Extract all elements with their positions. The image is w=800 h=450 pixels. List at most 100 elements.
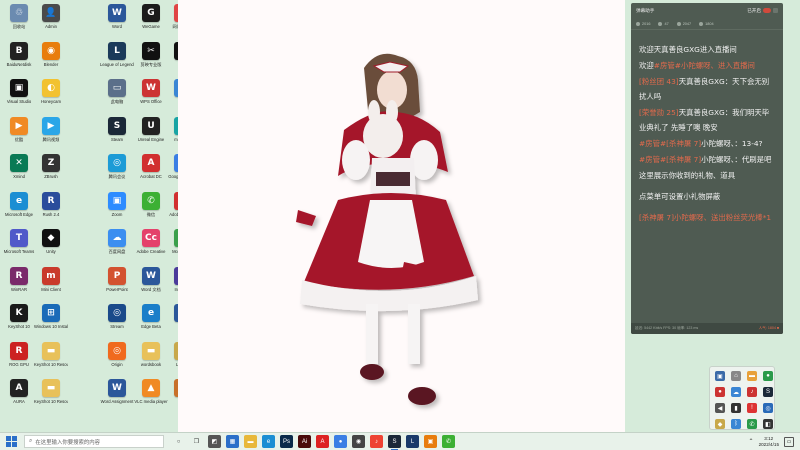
task-view-icon[interactable]: ❐ <box>190 435 203 448</box>
desktop-icon[interactable]: K KeyShot 10 <box>3 304 35 329</box>
desktop-icon[interactable]: Cc Adobe Creative <box>135 229 167 254</box>
system-tray-overflow: ▣ ⌂ ▬ ● ● ☁ ♪ S ◀ ▮ ! ◎ ◆ ᛒ ✆ ◧ <box>709 366 775 430</box>
taskbar-game-icon[interactable]: ◩ <box>208 435 221 448</box>
tray-bluetooth-icon[interactable]: ᛒ <box>731 419 741 429</box>
stat-gifts: 1804 <box>699 21 714 26</box>
desktop-icon[interactable]: ▬ wordsbook <box>135 341 167 367</box>
desktop-icon[interactable]: W Word Assignment <box>101 379 133 404</box>
stream-video-preview <box>178 0 625 432</box>
taskbar-orange-app-icon[interactable]: ▣ <box>424 435 437 448</box>
tray-usb-icon[interactable]: ⌂ <box>731 371 741 381</box>
desktop-icon[interactable]: ◆ Unity <box>35 229 67 254</box>
taskbar-acrobat-icon[interactable]: A <box>316 435 329 448</box>
tray-cloud-icon[interactable]: ☁ <box>731 387 741 397</box>
desktop-icon[interactable]: ✆ 微信 <box>135 191 167 217</box>
tencent-meeting-icon: ◎ <box>108 154 126 172</box>
desktop-icon[interactable]: ☁ 百度网盘 <box>101 229 133 254</box>
stat-viewers: 2016 <box>636 21 650 26</box>
chat-close-icon[interactable] <box>773 8 778 13</box>
tray-record-icon[interactable]: ● <box>715 387 725 397</box>
desktop-icon[interactable]: P PowerPoint <box>101 266 133 292</box>
tray-mic-icon[interactable]: ▮ <box>731 403 741 413</box>
word-doc-icon: W <box>142 266 160 285</box>
tray-game-icon[interactable]: ◧ <box>763 419 773 429</box>
desktop-icon[interactable]: U Unreal Engine <box>135 116 167 142</box>
desktop-icon[interactable]: ▣ Visual Studio <box>3 79 35 104</box>
desktop-icon[interactable]: ▶ 腾讯视频 <box>35 116 67 142</box>
desktop-icon[interactable]: e Microsoft Edge <box>3 191 35 217</box>
desktop-icon[interactable]: ▬KeyShot 10 Resources <box>34 341 68 367</box>
chevron-up-icon[interactable]: ⌃ <box>749 438 754 445</box>
chat-toggle-switch[interactable] <box>763 8 771 13</box>
taskbar-system-area: ⌃ 3:12 2022/4/15 ▭ <box>749 436 800 448</box>
desktop-icon[interactable]: R ROG GPU <box>3 341 35 367</box>
user-folder-icon: 👤 <box>42 4 60 22</box>
desktop-icon[interactable]: ▲ VLC media player <box>134 379 168 404</box>
desktop-icon[interactable]: ✕ Xmind <box>3 154 35 179</box>
notification-center-icon[interactable]: ▭ <box>784 436 794 447</box>
desktop-icon[interactable]: ▬KeyShot 10 Resources <box>34 379 68 404</box>
taskbar-store-icon[interactable]: ▦ <box>226 435 239 448</box>
taskbar-wechat-icon[interactable]: ✆ <box>442 435 455 448</box>
desktop-icon[interactable]: ⊞ Windows 10 Installer <box>34 304 68 329</box>
file-explorer-icon[interactable]: ▬ <box>244 435 257 448</box>
desktop-icon[interactable]: G WeGame <box>135 4 167 29</box>
desktop-icon[interactable]: ✂ 剪映专业版 <box>135 41 167 67</box>
desktop-icon[interactable]: ♲ 回收站 <box>3 4 35 29</box>
taskbar-steam-icon[interactable]: S <box>388 435 401 450</box>
desktop-icon-label: AURA <box>13 399 25 404</box>
xmind-icon: ✕ <box>10 154 28 172</box>
desktop-icon[interactable]: W Word 文档 <box>135 266 167 292</box>
taskbar-photoshop-icon[interactable]: Ps <box>280 435 293 448</box>
desktop-icon[interactable]: W WPS Office <box>135 79 167 104</box>
desktop-icon[interactable]: ▭ 此电脑 <box>101 79 133 104</box>
desktop-icon[interactable]: R WinRAR <box>3 266 35 292</box>
desktop-icon[interactable]: ◉ Blender <box>35 41 67 67</box>
taskbar-lol-icon[interactable]: L <box>406 435 419 448</box>
tray-folder-icon[interactable]: ▬ <box>747 371 757 381</box>
desktop-icon[interactable]: S Steam <box>101 116 133 142</box>
desktop-icon[interactable]: ◎ 腾讯会议 <box>101 154 133 179</box>
taskbar-media-icon[interactable]: ◉ <box>352 435 365 448</box>
desktop-icon[interactable]: ◐ Honeycam <box>35 79 67 104</box>
lol-icon: L <box>108 41 126 60</box>
desktop-icon[interactable]: e Edge Beta <box>135 304 167 329</box>
mini-client-icon: m <box>42 266 60 285</box>
desktop-icon[interactable]: T Microsoft Teams <box>3 229 35 254</box>
taskbar-netease-icon[interactable]: ♪ <box>370 435 383 448</box>
tray-netease-icon[interactable]: ♪ <box>747 387 757 397</box>
start-button[interactable] <box>4 435 18 449</box>
desktop-icon[interactable]: A AURA <box>3 379 35 404</box>
tray-network-icon[interactable]: ◎ <box>763 403 773 413</box>
desktop-icon[interactable]: Z ZBrush <box>35 154 67 179</box>
tray-shield-icon[interactable]: ◆ <box>715 419 725 429</box>
taskbar-clock[interactable]: 3:12 2022/4/15 <box>759 436 779 448</box>
desktop-icon[interactable]: R Rush 2.4 <box>35 191 67 217</box>
folder-2-icon: ▬ <box>42 379 60 397</box>
desktop-icon[interactable]: ▣ Zoom <box>101 191 133 217</box>
edge-icon: e <box>10 191 28 210</box>
cortana-icon[interactable]: ○ <box>172 435 185 448</box>
desktop-icon[interactable]: m Mini Client <box>35 266 67 292</box>
desktop-icon[interactable]: A Acrobat DC <box>135 154 167 179</box>
taskbar-illustrator-icon[interactable]: Ai <box>298 435 311 448</box>
desktop-icon[interactable]: ▶ 优酷 <box>3 116 35 142</box>
desktop-icon[interactable]: ◎ Origin <box>101 341 133 367</box>
desktop-icon[interactable]: ◎ Stream <box>101 304 133 329</box>
desktop-icon[interactable]: B BaiduNetdisk <box>3 41 35 67</box>
taskbar-edge-icon[interactable]: e <box>262 435 275 448</box>
tray-speaker-icon[interactable]: ◀ <box>715 403 725 413</box>
tray-status-icon[interactable]: ● <box>763 371 773 381</box>
taskbar-search-box[interactable]: ⌕ 在这里输入你要搜索的内容 <box>24 435 164 448</box>
tray-app-icon[interactable]: ▣ <box>715 371 725 381</box>
desktop-icon[interactable]: W Word <box>101 4 133 29</box>
taskbar-chrome-icon[interactable]: ● <box>334 435 347 448</box>
desktop-icon-label: ROG GPU <box>9 361 29 367</box>
desktop-icon-label: 优酷 <box>14 136 24 142</box>
tray-wechat-icon[interactable]: ✆ <box>747 419 757 429</box>
tray-alert-icon[interactable]: ! <box>747 403 757 413</box>
chat-header: 弹幕助手 已开启 <box>631 3 783 18</box>
desktop-icon[interactable]: L League of Legends <box>100 41 134 67</box>
tray-steam-icon[interactable]: S <box>763 387 773 397</box>
desktop-icon[interactable]: 👤 Admin <box>35 4 67 29</box>
